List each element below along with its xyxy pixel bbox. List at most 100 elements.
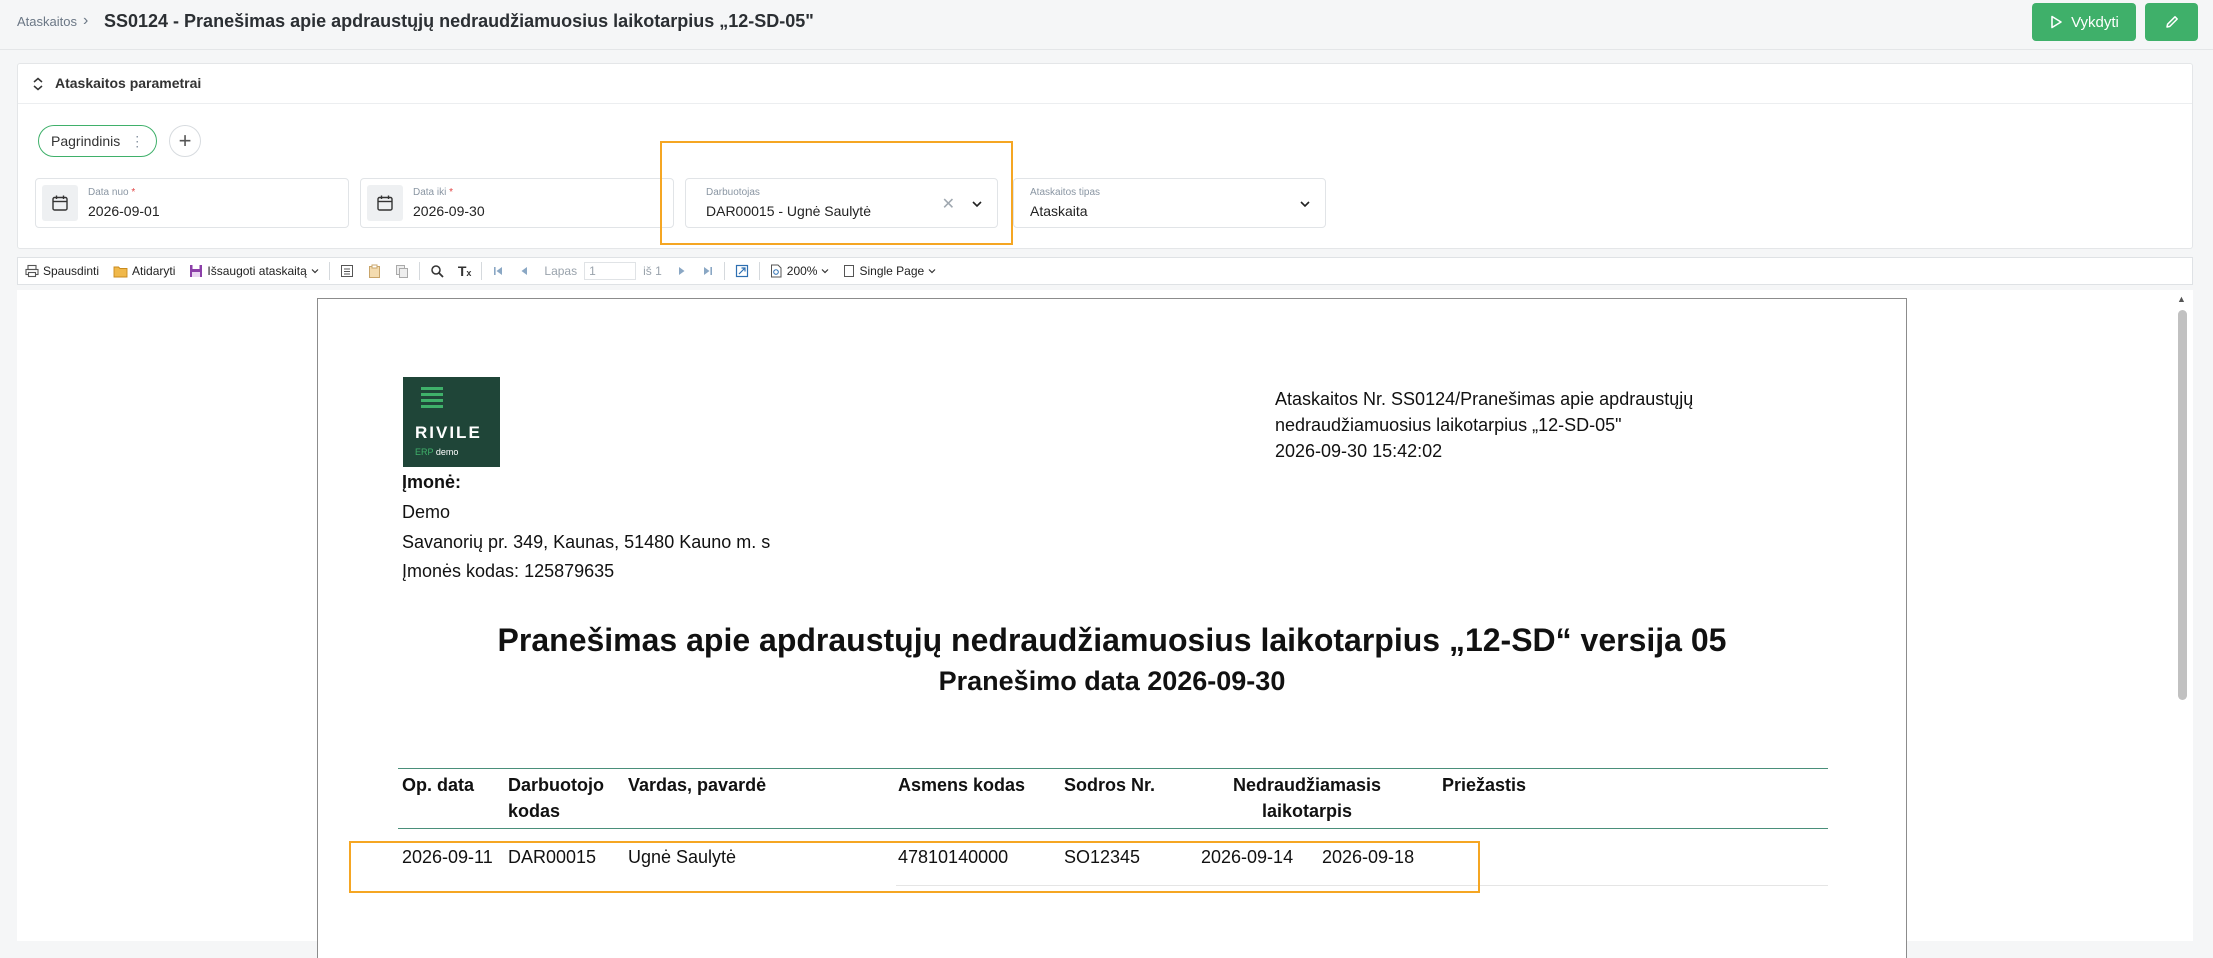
company-name: Demo	[402, 502, 451, 522]
open-button[interactable]: Atidaryti	[106, 264, 182, 278]
next-page-icon	[678, 267, 685, 275]
table-top-rule	[398, 768, 1828, 769]
copy-button[interactable]	[388, 264, 416, 278]
date-from-value: 2026-09-01	[88, 203, 160, 219]
zoom-page-icon	[770, 264, 782, 278]
text-format-icon: Tx	[457, 263, 472, 279]
report-type-label: Ataskaitos tipas	[1030, 187, 1101, 198]
chevron-down-icon	[311, 269, 319, 274]
previous-page-button[interactable]	[511, 265, 537, 277]
page-title: SS0124 - Pranešimas apie apdraustųjų ned…	[104, 11, 814, 31]
more-vertical-icon[interactable]: ⋮	[130, 133, 144, 150]
company-label: Įmonė:	[402, 472, 462, 492]
print-button[interactable]: Spausdinti	[18, 264, 106, 278]
single-page-icon	[844, 265, 855, 277]
add-preset-button[interactable]: +	[169, 125, 201, 157]
row-highlight-box	[349, 841, 1480, 893]
save-report-label: Išsaugoti ataskaitą	[207, 264, 307, 278]
form-icon	[340, 265, 353, 277]
preset-chip-label: Pagrindinis	[51, 133, 121, 149]
date-from-label: Data nuo *	[88, 187, 136, 198]
col-reason: Priežastis	[1442, 775, 1527, 795]
first-page-button[interactable]	[485, 265, 511, 277]
page-label: Lapas	[544, 264, 578, 278]
toolbar-divider	[328, 262, 330, 280]
previous-page-icon	[521, 267, 528, 275]
date-to-label: Data iki *	[413, 187, 454, 198]
col-sodra-no: Sodros Nr.	[1064, 775, 1156, 795]
last-page-icon	[703, 267, 712, 275]
save-report-dropdown[interactable]: Išsaugoti ataskaitą	[182, 264, 325, 278]
printer-icon	[25, 264, 39, 278]
logo-subtext: ERP demo	[415, 447, 459, 457]
calendar-icon[interactable]	[42, 185, 78, 221]
edit-button[interactable]	[2145, 3, 2198, 41]
employee-highlight-box	[660, 141, 1013, 245]
breadcrumb-reports[interactable]: Ataskaitos	[17, 14, 77, 29]
report-datetime: 2026-09-30 15:42:02	[1275, 441, 1443, 461]
rivile-logo: RIVILE ERP demo	[403, 377, 500, 467]
company-address: Savanorių pr. 349, Kaunas, 51480 Kauno m…	[402, 532, 771, 552]
chevron-down-icon[interactable]	[1299, 198, 1311, 210]
zoom-dropdown[interactable]: 200%	[763, 264, 837, 278]
clipboard-icon	[368, 264, 380, 278]
parameters-panel-title: Ataskaitos parametrai	[55, 75, 202, 91]
floppy-disk-icon	[190, 265, 203, 277]
expand-icon	[735, 264, 748, 278]
col-op-date: Op. data	[402, 775, 475, 795]
last-page-button[interactable]	[695, 265, 721, 277]
top-bar: Ataskaitos › SS0124 - Pranešimas apie ap…	[0, 0, 2213, 50]
search-icon	[431, 265, 444, 278]
find-button[interactable]	[423, 264, 451, 278]
col-emp-code: Darbuotojo kodas	[508, 775, 604, 821]
scroll-up-arrow-icon[interactable]: ▲	[2177, 294, 2186, 304]
date-from-field[interactable]: Data nuo * 2026-09-01	[35, 178, 349, 228]
col-period: Nedraudžiamasis laikotarpis	[1232, 775, 1382, 821]
report-subtitle: Pranešimo data 2026-09-30	[938, 666, 1286, 696]
report-number-line-1: Ataskaitos Nr. SS0124/Pranešimas apie ap…	[1275, 389, 1694, 409]
fullscreen-button[interactable]	[728, 264, 756, 278]
text-format-button[interactable]: Tx	[451, 263, 479, 279]
breadcrumb-separator: ›	[83, 12, 89, 29]
first-page-icon	[494, 267, 503, 275]
zoom-value: 200%	[786, 264, 818, 278]
toolbar-divider	[418, 262, 420, 280]
copy-icon	[395, 265, 408, 278]
report-title: Pranešimas apie apdraustųjų nedraudžiamu…	[497, 622, 1727, 658]
toolbar-divider	[723, 262, 725, 280]
col-personal-code: Asmens kodas	[898, 775, 1026, 795]
page-of-label: iš 1	[643, 264, 662, 278]
print-label: Spausdinti	[43, 264, 100, 278]
toolbar-divider	[481, 262, 483, 280]
calendar-icon[interactable]	[367, 185, 403, 221]
pencil-icon	[2165, 16, 2178, 28]
page-number-input[interactable]: 1	[584, 262, 637, 280]
scrollbar-thumb[interactable]	[2178, 310, 2187, 700]
collapse-chevron-icon[interactable]	[32, 77, 44, 91]
open-label: Atidaryti	[132, 264, 176, 278]
parameters-toggle-button[interactable]	[333, 264, 361, 278]
run-button[interactable]: Vykdyti	[2032, 3, 2136, 41]
toolbar-divider	[758, 262, 760, 280]
next-page-button[interactable]	[669, 265, 695, 277]
run-button-label: Vykdyti	[2071, 13, 2119, 31]
report-type-value: Ataskaita	[1030, 203, 1088, 219]
col-name: Vardas, pavardė	[628, 775, 767, 795]
parameters-panel-header[interactable]: Ataskaitos parametrai	[18, 64, 2192, 104]
view-mode-dropdown[interactable]: Single Page	[836, 264, 943, 278]
play-icon	[2051, 15, 2062, 29]
report-viewer-toolbar: Spausdinti Atidaryti Išsaugoti ataskaitą…	[17, 257, 2193, 285]
clipboard-button[interactable]	[361, 264, 388, 278]
preset-chip-main[interactable]: Pagrindinis ⋮	[38, 125, 158, 157]
report-parameters-panel: Ataskaitos parametrai Pagrindinis ⋮ + Da…	[17, 63, 2193, 249]
report-number-line-2: nedraudžiamuosius laikotarpius „12-SD-05…	[1275, 415, 1622, 435]
folder-icon	[113, 266, 128, 277]
date-to-field[interactable]: Data iki * 2026-09-30	[360, 178, 674, 228]
chevron-down-icon	[822, 269, 829, 274]
table-header-rule	[398, 828, 1828, 829]
logo-text: RIVILE	[415, 423, 482, 442]
view-mode-value: Single Page	[859, 264, 925, 278]
company-code: Įmonės kodas: 125879635	[402, 561, 615, 581]
logo-bars	[421, 387, 443, 411]
report-type-select[interactable]: Ataskaitos tipas Ataskaita	[1013, 178, 1326, 228]
